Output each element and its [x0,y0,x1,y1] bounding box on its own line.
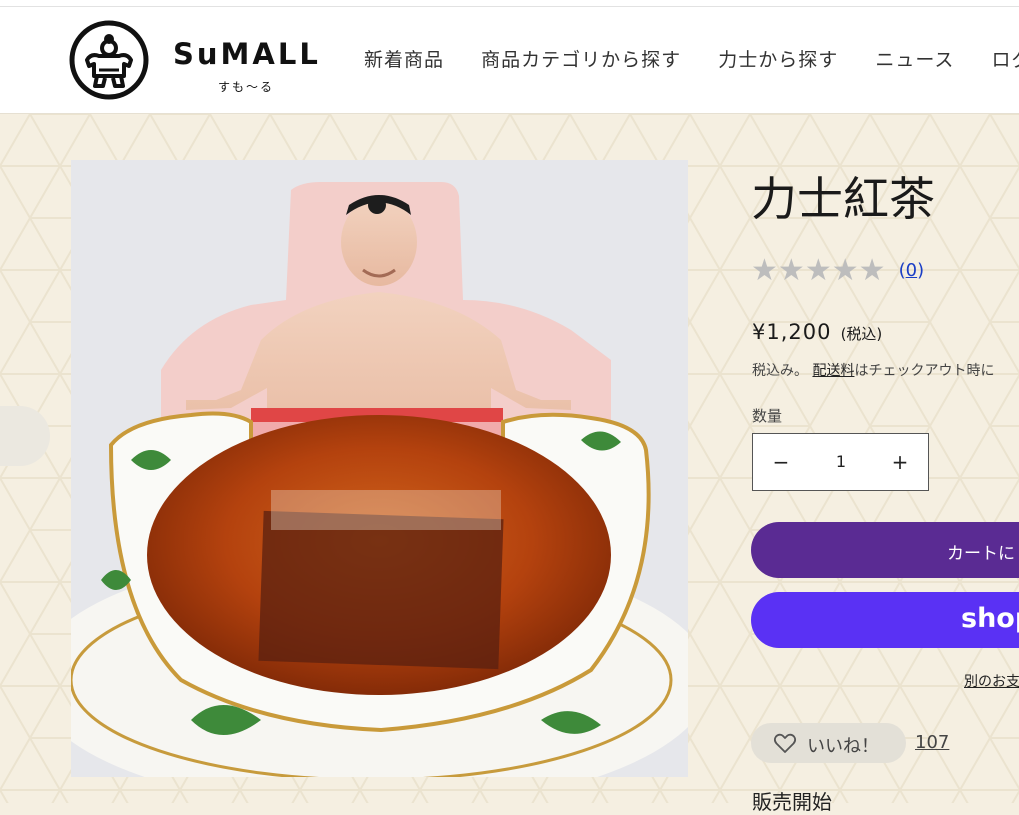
site-header: SuMALL すも〜る 新着商品 商品カテゴリから探す 力士から探す ニュース … [0,7,1019,114]
like-label: いいね！ [807,736,879,757]
star-icon: ★ [777,253,805,288]
product-photo-illustration [71,160,688,777]
star-icon: ★ [804,253,832,288]
add-to-cart-button[interactable]: カートに [751,522,1019,578]
top-strip [0,0,1019,7]
plus-icon[interactable]: + [888,450,912,474]
nav-new-items[interactable]: 新着商品 [364,45,444,72]
star-icon: ★ [751,253,778,288]
shop-pay-label: shop [961,603,1019,634]
nav-categories[interactable]: 商品カテゴリから探す [481,45,681,72]
sumo-logo-icon[interactable] [69,20,149,100]
quantity-input[interactable]: 1 [809,450,873,474]
logo-subtitle: すも〜る [218,80,275,94]
quantity-stepper: − 1 + [752,433,929,491]
product-rating: ★★★★★ (0) [751,256,924,286]
minus-icon[interactable]: − [769,450,793,474]
nav-news[interactable]: ニュース [875,45,954,72]
shop-pay-button[interactable]: shop [751,592,1019,648]
main-nav: 新着商品 商品カテゴリから探す 力士から探す ニュース ログ [364,45,1019,72]
heart-icon [773,733,797,753]
add-to-cart-label: カートに [947,544,1015,564]
product-title: 力士紅茶 [751,172,935,226]
star-icon: ★ [831,253,859,288]
price-amount: ¥1,200 [752,320,832,344]
shipping-link[interactable]: 配送料 [812,363,854,379]
alt-payment-link[interactable]: 別のお支 [964,671,1019,691]
tax-note-suffix: はチェックアウト時に [854,363,995,379]
product-price: ¥1,200 (税込) [752,320,882,344]
product-image[interactable] [71,160,688,777]
price-tax-label: (税込) [840,325,883,343]
like-count[interactable]: 107 [915,732,949,753]
tax-note-prefix: 税込み。 [752,363,808,379]
tax-note: 税込み。 配送料はチェックアウト時に [752,360,994,380]
quantity-label: 数量 [752,407,783,425]
sale-start-label: 販売開始 [752,790,832,814]
like-button[interactable]: いいね！ [751,723,906,763]
nav-login[interactable]: ログ [991,45,1019,72]
review-count[interactable]: 0 [906,260,917,281]
review-count-link[interactable]: (0) [899,260,925,281]
star-icon: ★ [858,253,886,288]
nav-wrestlers[interactable]: 力士から探す [718,45,838,72]
logo-wordmark[interactable]: SuMALL [173,37,321,71]
